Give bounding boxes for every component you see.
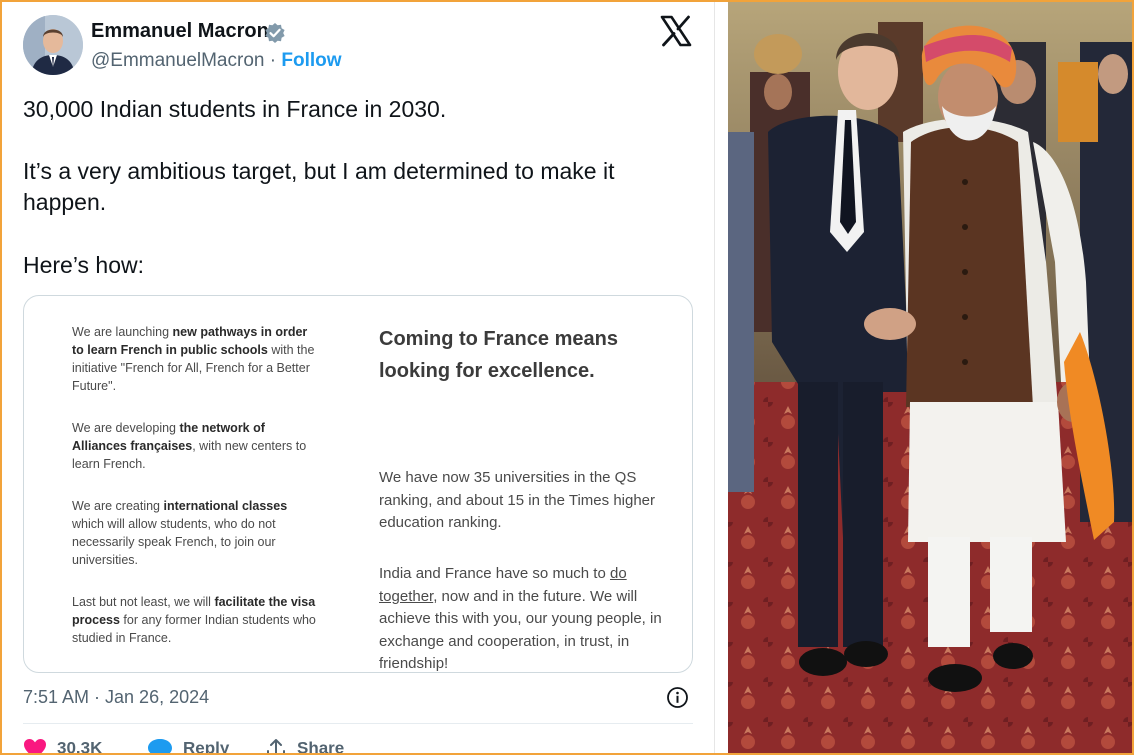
visa-paragraph: Last but not least, we will facilitate t… [72, 593, 322, 647]
reply-button[interactable]: Reply [147, 738, 229, 753]
info-icon[interactable] [666, 686, 689, 709]
author-name[interactable]: Emmanuel Macron [91, 20, 269, 43]
rankings-paragraph: We have now 35 universities in the QS ra… [379, 469, 656, 531]
action-bar: 30.3K Reply Share [23, 738, 693, 753]
alliances-paragraph: We are developing the network of Allianc… [72, 419, 322, 473]
handshake-photo [728, 2, 1132, 753]
follow-button[interactable]: Follow [281, 50, 341, 71]
verified-badge-icon [265, 23, 285, 43]
tweet-line-3: Here’s how: [23, 252, 145, 278]
media-card[interactable]: We are launching new pathways in order t… [23, 295, 693, 673]
share-button[interactable]: Share [265, 738, 344, 753]
author-handle[interactable]: @EmmanuelMacron [91, 50, 264, 71]
avatar-image [23, 15, 83, 75]
screenshot-frame: Emmanuel Macron @EmmanuelMacron · Follow… [0, 0, 1134, 755]
together-paragraph: India and France have so much to do toge… [379, 563, 679, 672]
media-heading: Coming to France means looking for excel… [379, 328, 618, 382]
reply-bubble-icon [148, 739, 172, 753]
together-text-a: India and France have so much to [379, 565, 610, 582]
classes-text-bold: international classes [163, 499, 288, 513]
divider [23, 723, 693, 724]
handle-row: @EmmanuelMacron · Follow [91, 50, 342, 72]
classes-text-c: which will allow students, who do not ne… [72, 517, 276, 567]
classes-text-a: We are creating [72, 499, 164, 513]
visa-text-a: Last but not least, we will [72, 595, 215, 609]
heart-icon [24, 739, 46, 753]
like-button[interactable]: 30.3K [23, 738, 102, 753]
separator-dot: · [269, 50, 277, 71]
avatar[interactable] [23, 15, 83, 75]
x-logo-icon[interactable] [659, 14, 693, 48]
pathways-text-a: We are launching [72, 325, 173, 339]
tweet-timestamp[interactable]: 7:51 AM · Jan 26, 2024 [23, 687, 209, 708]
tweet-line-2: It’s a very ambitious target, but I am d… [23, 158, 615, 215]
like-count: 30.3K [57, 738, 103, 753]
alliances-text-a: We are developing [72, 421, 180, 435]
share-label: Share [297, 738, 345, 753]
reply-label: Reply [183, 738, 230, 753]
pathways-paragraph: We are launching new pathways in order t… [72, 323, 322, 395]
share-icon [267, 739, 285, 753]
tweet-line-1: 30,000 Indian students in France in 2030… [23, 96, 447, 122]
international-classes-paragraph: We are creating international classes wh… [72, 497, 322, 569]
tweet-card: Emmanuel Macron @EmmanuelMacron · Follow… [2, 2, 715, 753]
